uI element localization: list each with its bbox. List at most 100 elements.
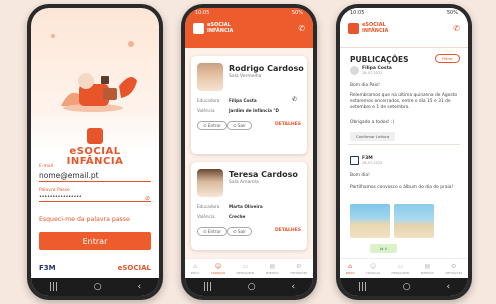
phone-icon[interactable]: ✆ <box>298 24 305 33</box>
settings-icon: ⚙ <box>451 262 457 270</box>
feed-screen: 10:05 50% eSOCIAL INFÂNCIA ✆ PUBLICAÇÕES… <box>340 8 468 296</box>
tab-menus[interactable]: ▤ EMENTAS <box>266 263 279 275</box>
android-nav-bar: ||| ○ ‹ <box>31 278 159 296</box>
details-button[interactable]: DETALHES <box>275 228 301 233</box>
check-out-button[interactable]: ⊙ Sair <box>227 227 252 236</box>
header-logo: eSOCIAL INFÂNCIA <box>193 22 234 34</box>
tab-label: INÍCIO <box>345 270 355 275</box>
logo-icon <box>348 23 359 34</box>
tab-home[interactable]: ⌂ INÍCIO <box>346 263 355 275</box>
filter-button[interactable]: Filtrar <box>435 54 460 63</box>
android-nav-bar: ||| ○ ‹ <box>340 278 468 296</box>
valence-row: Valência Jardim de Infância "D <box>197 108 279 113</box>
back-icon[interactable]: ‹ <box>137 282 141 292</box>
app-logo: eSOCIAL INFÂNCIA <box>49 128 141 168</box>
home-nav-icon[interactable]: ○ <box>403 282 411 292</box>
check-in-button[interactable]: ⊙ Entrar <box>197 121 227 130</box>
tab-children[interactable]: ☺ CRIANÇAS <box>211 263 225 275</box>
page-title: PUBLICAÇÕES <box>350 55 409 64</box>
phone-login: eSOCIAL INFÂNCIA E-mail nome@email.pt Pa… <box>27 4 163 300</box>
messages-icon: ▭ <box>397 262 404 270</box>
phone-feed: 10:05 50% eSOCIAL INFÂNCIA ✆ PUBLICAÇÕES… <box>336 4 472 300</box>
confirm-read-button[interactable]: Confirmar Leitura <box>350 132 396 141</box>
check-in-label: Entrar <box>207 123 221 128</box>
app-header: 10:05 50% eSOCIAL INFÂNCIA ✆ <box>340 8 468 48</box>
post-date: 28-07-2022 <box>362 161 383 165</box>
educator-value: Filipa Costa <box>229 98 257 103</box>
check-out-button[interactable]: ⊙ Sair <box>227 121 252 130</box>
logo-icon <box>87 128 103 144</box>
status-battery: 50% <box>446 9 458 16</box>
header-logo: eSOCIAL INFÂNCIA <box>348 22 389 34</box>
child-name: Rodrigo Cardoso <box>229 64 304 73</box>
tab-settings[interactable]: ⚙ DEFINIÇÕES <box>445 263 462 275</box>
forgot-password-link[interactable]: Esqueci-me da palavra passe <box>39 216 130 223</box>
valence-label: Valência <box>197 108 215 113</box>
phone-children: 10:05 50% eSOCIAL INFÂNCIA ✆ Rodrigo Car… <box>181 4 317 300</box>
valence-value: Jardim de Infância "D <box>229 108 280 113</box>
header-logo-line-2: INFÂNCIA <box>207 27 234 34</box>
tab-label: MENSAGENS <box>391 270 410 275</box>
photo-thumbnail[interactable] <box>394 204 434 238</box>
children-icon: ☺ <box>369 262 377 270</box>
messages-icon: ▭ <box>242 262 249 270</box>
recent-apps-icon[interactable]: ||| <box>203 282 212 292</box>
tab-label: EMENTAS <box>420 270 434 275</box>
educator-row: Educadora Filipa Costa <box>197 98 257 103</box>
app-header: 10:05 50% eSOCIAL INFÂNCIA ✆ <box>185 8 313 48</box>
call-icon[interactable]: ✆ <box>292 96 297 103</box>
tab-label: INÍCIO <box>190 270 200 275</box>
post-date: 28-07-2022 <box>362 71 383 75</box>
divider <box>348 144 460 145</box>
status-battery: 50% <box>291 9 303 16</box>
back-icon[interactable]: ‹ <box>446 282 450 292</box>
status-time: 10:05 <box>195 9 210 16</box>
tab-children[interactable]: ☺ CRIANÇAS <box>366 263 380 275</box>
settings-icon: ⚙ <box>296 262 302 270</box>
educator-value: Marta Oliveira <box>229 204 263 209</box>
status-bar: 10:05 50% <box>340 8 468 17</box>
password-field[interactable]: •••••••••••••••• <box>39 194 151 202</box>
menu-icon: ▤ <box>424 262 431 270</box>
tab-settings[interactable]: ⚙ DEFINIÇÕES <box>290 263 307 275</box>
child-name: Teresa Cardoso <box>229 170 298 179</box>
already-read-button[interactable]: Já li <box>370 244 397 253</box>
child-card: Teresa Cardoso Sala Amarela Educadora Ma… <box>191 162 307 250</box>
post-author: Filipa Costa 28-07-2022 <box>350 66 392 75</box>
email-field[interactable]: nome@email.pt <box>39 171 151 182</box>
valence-value: Creche <box>229 214 246 219</box>
tab-label: CRIANÇAS <box>365 270 381 275</box>
hide-password-icon[interactable]: ⊘ <box>145 195 150 202</box>
home-nav-icon[interactable]: ○ <box>248 282 256 292</box>
tab-messages[interactable]: ▭ MENSAGENS <box>392 263 410 275</box>
home-icon: ⌂ <box>193 262 197 270</box>
children-screen: 10:05 50% eSOCIAL INFÂNCIA ✆ Rodrigo Car… <box>185 8 313 296</box>
avatar <box>197 63 223 91</box>
email-label: E-mail <box>39 164 54 169</box>
avatar <box>197 169 223 197</box>
enter-button[interactable]: Entrar <box>39 232 151 250</box>
tab-menus[interactable]: ▤ EMENTAS <box>421 263 434 275</box>
post-greeting: Bom dia! <box>350 173 370 178</box>
bottom-tab-bar: ⌂ INÍCIO ☺ CRIANÇAS ▭ MENSAGENS ▤ EMENTAS ⚙ D… <box>185 258 313 278</box>
tab-messages[interactable]: ▭ MENSAGENS <box>237 263 255 275</box>
child-room: Sala Vermelha <box>229 74 262 79</box>
phone-icon[interactable]: ✆ <box>453 24 460 33</box>
login-screen: eSOCIAL INFÂNCIA E-mail nome@email.pt Pa… <box>31 8 159 296</box>
tab-home[interactable]: ⌂ INÍCIO <box>191 263 200 275</box>
header-logo-line-2: INFÂNCIA <box>362 27 389 34</box>
check-in-button[interactable]: ⊙ Entrar <box>197 227 227 236</box>
tab-label: DEFINIÇÕES <box>445 270 463 275</box>
login-illustration <box>51 34 137 112</box>
f3m-logo: F3M <box>39 264 56 272</box>
back-icon[interactable]: ‹ <box>291 282 295 292</box>
photo-thumbnail[interactable] <box>350 204 390 238</box>
details-button[interactable]: DETALHES <box>275 122 301 127</box>
f3m-avatar <box>350 156 359 165</box>
child-room: Sala Amarela <box>229 180 259 185</box>
android-nav-bar: ||| ○ ‹ <box>185 278 313 296</box>
recent-apps-icon[interactable]: ||| <box>49 282 58 292</box>
password-label: Palavra Passe <box>39 188 70 193</box>
home-nav-icon[interactable]: ○ <box>94 282 102 292</box>
recent-apps-icon[interactable]: ||| <box>358 282 367 292</box>
